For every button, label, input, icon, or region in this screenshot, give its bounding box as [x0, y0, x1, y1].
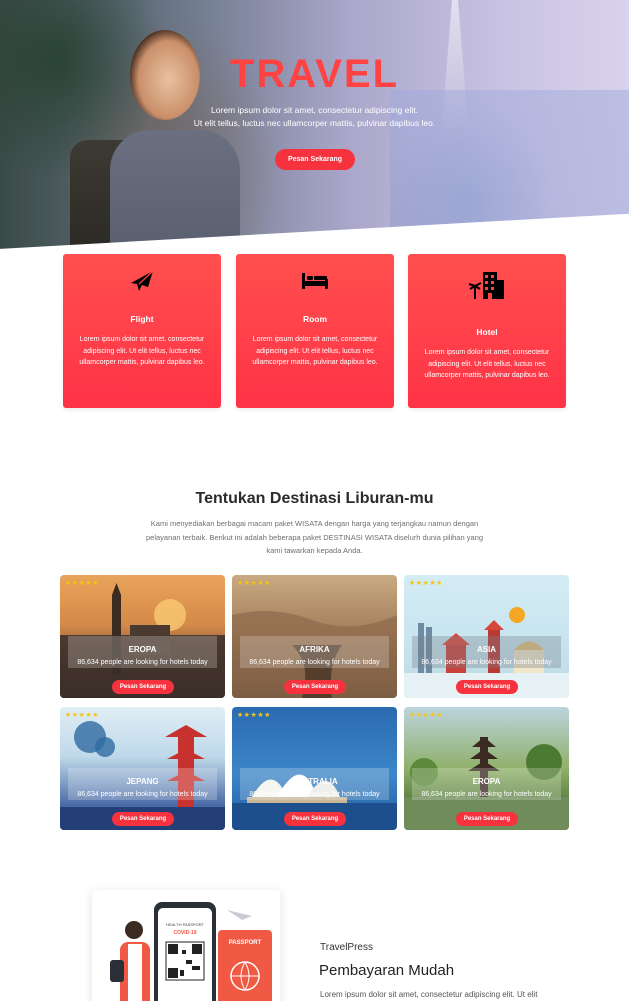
- book-now-button[interactable]: Pesan Sekarang: [112, 680, 174, 694]
- book-now-button[interactable]: Pesan Sekarang: [456, 680, 518, 694]
- destination-name: JEPANG: [126, 777, 159, 786]
- destination-name: EROPA: [128, 645, 157, 654]
- destination-interest-count: 86,634 people are looking for hotels tod…: [421, 791, 552, 798]
- destination-name: AFRIKA: [299, 645, 330, 654]
- rating-stars: ★★★★★: [409, 580, 443, 587]
- service-card-flight: Flight Lorem ipsum dolor sit amet, conse…: [63, 254, 221, 408]
- service-name: Hotel: [476, 327, 498, 337]
- destination-interest-count: 86,634 people are looking for hotels tod…: [421, 659, 552, 666]
- destination-interest-count: 86,634 people are looking for hotels tod…: [77, 659, 208, 666]
- destination-interest-count: 86,634 people are looking for hotels tod…: [77, 791, 208, 798]
- rating-stars: ★★★★★: [237, 580, 271, 587]
- service-description: Lorem ipsum dolor sit amet, consectetur …: [79, 336, 205, 366]
- destination-name: AUSTRALIA: [291, 777, 338, 786]
- destination-name: ASIA: [476, 645, 497, 654]
- book-now-button[interactable]: Pesan Sekarang: [112, 812, 174, 826]
- rating-stars: ★★★★★: [65, 580, 99, 587]
- bed-icon: [236, 270, 394, 292]
- covid-label: COVID-19: [173, 930, 197, 936]
- airplane-icon: [63, 270, 221, 292]
- hero-subtitle: Lorem ipsum dolor sit amet, consectetur …: [193, 105, 436, 128]
- rating-stars: ★★★★★: [65, 712, 99, 719]
- health-passport-label: HEALTH PASSPORT: [165, 922, 204, 927]
- hotel-building-icon: [408, 270, 566, 299]
- destination-card-asia[interactable]: ★★★★★ ASIA 86,634 people are looking for…: [404, 575, 569, 698]
- service-description: Lorem ipsum dolor sit amet, consectetur …: [424, 349, 550, 379]
- service-name: Flight: [130, 314, 154, 324]
- destination-card-afrika[interactable]: ★★★★★ AFRIKA 86,634 people are looking f…: [232, 575, 397, 698]
- destination-card-eropa[interactable]: ★★★★★ EROPA 86,634 people are looking fo…: [60, 575, 225, 698]
- service-name: Room: [302, 314, 328, 324]
- destination-interest-count: 86,634 people are looking for hotels tod…: [249, 791, 380, 798]
- book-now-button[interactable]: Pesan Sekarang: [284, 812, 346, 826]
- payment-illustration: HEALTH PASSPORT COVID-19 PASSPORT: [92, 890, 280, 1001]
- destinations-description: Kami menyediakan berbagai macam paket WI…: [145, 519, 483, 555]
- destination-card-australia[interactable]: ★★★★★ AUSTRALIA 86,634 people are lookin…: [232, 707, 397, 830]
- service-description: Lorem ipsum dolor sit amet, consectetur …: [252, 336, 378, 366]
- payment-description: Lorem ipsum dolor sit amet, consectetur …: [320, 990, 538, 999]
- destination-card-eropa-2[interactable]: ★★★★★ EROPA 86,634 people are looking fo…: [404, 707, 569, 830]
- destination-interest-count: 86,634 people are looking for hotels tod…: [249, 659, 380, 666]
- book-now-button[interactable]: Pesan Sekarang: [456, 812, 518, 826]
- payment-brand: TravelPress: [320, 942, 373, 953]
- hero-book-now-button[interactable]: Pesan Sekarang: [275, 149, 355, 170]
- book-now-button[interactable]: Pesan Sekarang: [284, 680, 346, 694]
- destination-name: EROPA: [472, 777, 501, 786]
- hero-title: TRAVEL: [229, 52, 400, 96]
- payment-title: Pembayaran Mudah: [319, 962, 455, 979]
- service-card-room: Room Lorem ipsum dolor sit amet, consect…: [236, 254, 394, 408]
- service-card-hotel: Hotel Lorem ipsum dolor sit amet, consec…: [408, 254, 566, 408]
- passport-label: PASSPORT: [228, 940, 262, 946]
- rating-stars: ★★★★★: [237, 712, 271, 719]
- rating-stars: ★★★★★: [409, 712, 443, 719]
- destination-card-jepang[interactable]: ★★★★★ JEPANG 86,634 people are looking f…: [60, 707, 225, 830]
- destinations-title: Tentukan Destinasi Liburan-mu: [195, 490, 434, 507]
